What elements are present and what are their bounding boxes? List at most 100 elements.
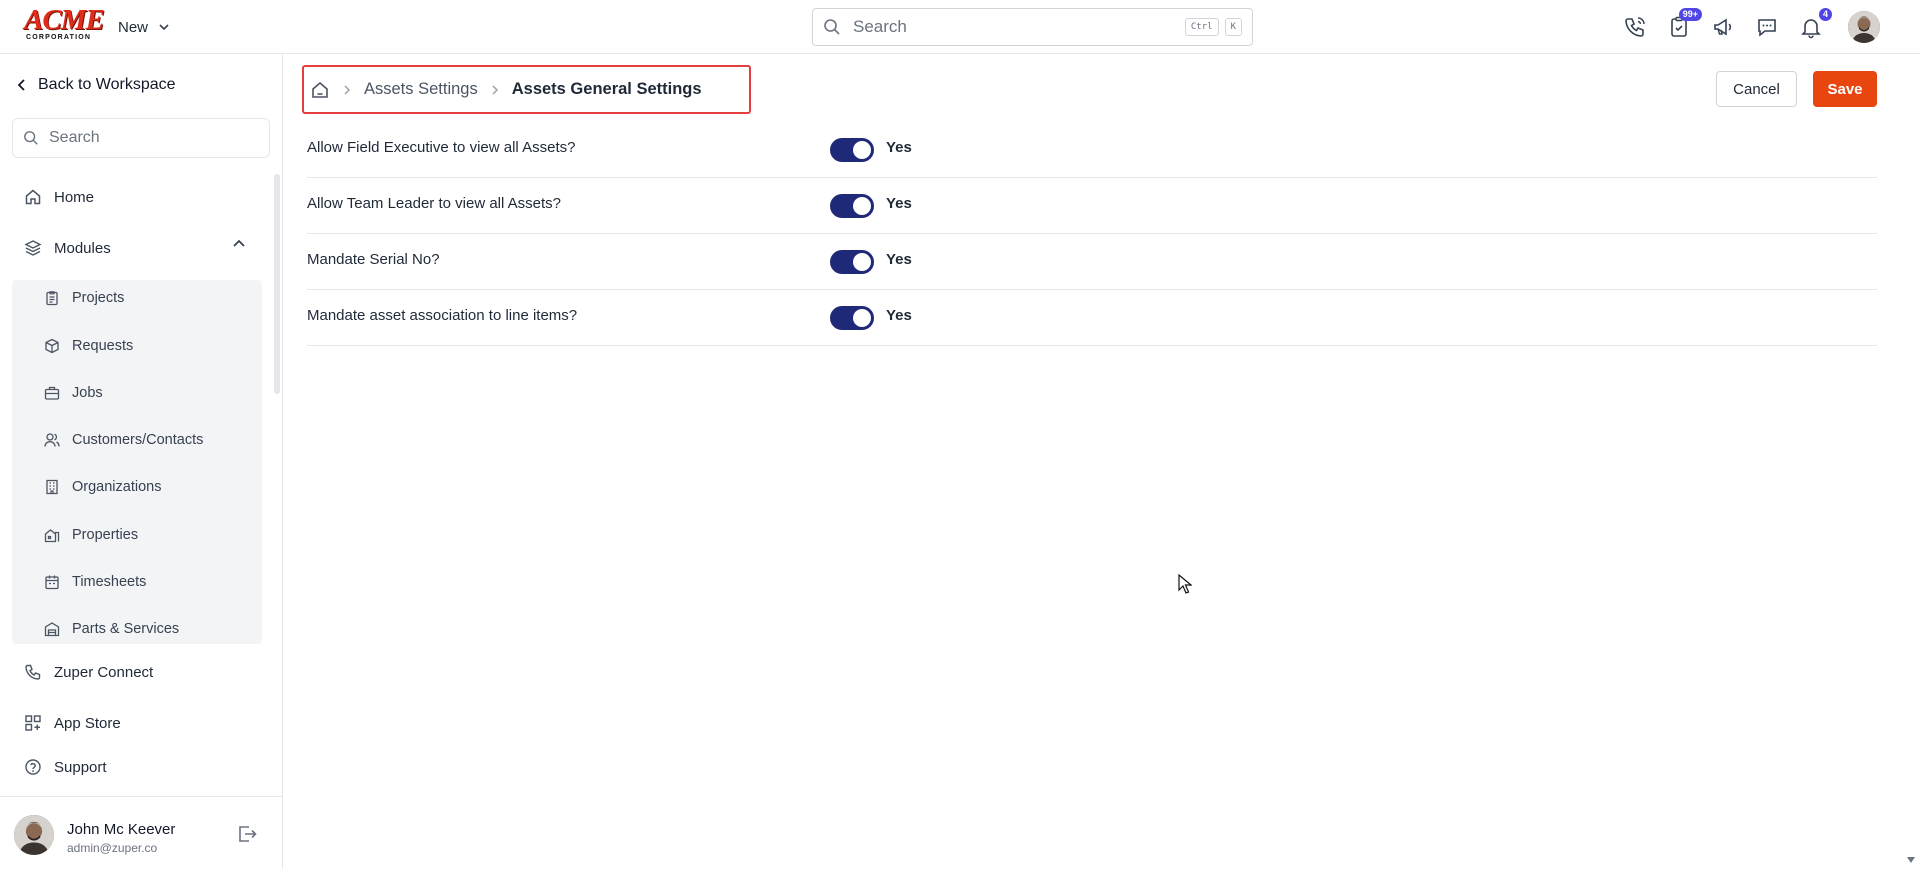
save-button[interactable]: Save bbox=[1813, 71, 1877, 107]
sidebar-item-projects[interactable]: Projects bbox=[44, 290, 124, 306]
setting-row-field-executive: Allow Field Executive to view all Assets… bbox=[307, 122, 1877, 178]
help-icon bbox=[24, 758, 42, 776]
warehouse-icon bbox=[44, 621, 60, 637]
setting-label: Mandate asset association to line items? bbox=[307, 307, 578, 324]
property-icon bbox=[44, 527, 60, 543]
setting-row-line-items: Mandate asset association to line items?… bbox=[307, 290, 1877, 346]
sidebar-item-timesheets[interactable]: Timesheets bbox=[44, 574, 146, 590]
sidebar-item-properties[interactable]: Properties bbox=[44, 527, 138, 543]
setting-label: Allow Team Leader to view all Assets? bbox=[307, 195, 562, 212]
sidebar-item-requests[interactable]: Requests bbox=[44, 338, 133, 354]
calendar-icon bbox=[44, 574, 60, 590]
logo-subtitle: CORPORATION bbox=[26, 34, 92, 41]
sidebar-item-label: Home bbox=[54, 188, 95, 206]
shortcut-key-ctrl: Ctrl bbox=[1184, 18, 1219, 36]
briefcase-icon bbox=[44, 385, 60, 401]
toggle-value: Yes bbox=[886, 195, 912, 212]
sidebar-item-label: Projects bbox=[72, 290, 125, 306]
chat-icon[interactable] bbox=[1752, 12, 1782, 42]
mouse-cursor-icon bbox=[1178, 574, 1192, 594]
sidebar: Back to Workspace Search Home Modules Pr… bbox=[0, 54, 283, 869]
sidebar-item-label: Requests bbox=[72, 338, 134, 354]
setting-row-team-leader: Allow Team Leader to view all Assets? Ye… bbox=[307, 178, 1877, 234]
sidebar-item-label: Zuper Connect bbox=[54, 663, 154, 681]
layers-icon bbox=[24, 239, 42, 257]
setting-toggle[interactable] bbox=[830, 250, 874, 274]
back-to-workspace-link[interactable]: Back to Workspace bbox=[16, 76, 176, 94]
sidebar-item-support[interactable]: Support bbox=[24, 758, 107, 776]
sidebar-item-customers-contacts[interactable]: Customers/Contacts bbox=[44, 432, 203, 448]
search-icon bbox=[823, 18, 841, 36]
setting-toggle[interactable] bbox=[830, 194, 874, 218]
setting-toggle[interactable] bbox=[830, 306, 874, 330]
new-button[interactable]: New bbox=[118, 15, 170, 39]
top-icon-bar: 99+ 4 bbox=[1620, 8, 1880, 43]
chevron-right-icon bbox=[342, 84, 352, 96]
breadcrumb-parent-link[interactable]: Assets Settings bbox=[364, 80, 478, 99]
megaphone-icon[interactable] bbox=[1708, 12, 1738, 42]
toggle-knob bbox=[853, 253, 871, 271]
global-search-input[interactable]: Search Ctrl K bbox=[812, 8, 1253, 46]
chevron-up-icon[interactable] bbox=[232, 237, 246, 251]
sidebar-item-label: Modules bbox=[54, 239, 111, 257]
phone-icon[interactable] bbox=[1620, 12, 1650, 42]
sidebar-item-label: Jobs bbox=[72, 385, 103, 401]
sidebar-item-label: Parts & Services bbox=[72, 621, 180, 637]
user-name: John Mc Keever bbox=[67, 821, 176, 838]
modules-submenu: Projects Requests Jobs Customers/Contact… bbox=[12, 280, 262, 644]
home-icon bbox=[24, 188, 42, 206]
sidebar-item-modules[interactable]: Modules bbox=[24, 239, 111, 257]
home-icon[interactable] bbox=[310, 80, 330, 100]
page-title: Assets General Settings bbox=[511, 80, 702, 98]
search-placeholder: Search bbox=[853, 17, 907, 36]
chevron-left-icon bbox=[16, 78, 28, 92]
notifications-badge: 4 bbox=[1818, 8, 1832, 21]
sidebar-item-label: App Store bbox=[54, 714, 121, 732]
back-link-label: Back to Workspace bbox=[38, 76, 176, 93]
breadcrumb: Assets Settings Assets General Settings bbox=[302, 65, 751, 114]
toggle-value: Yes bbox=[886, 307, 912, 324]
box-icon bbox=[44, 338, 60, 354]
avatar[interactable] bbox=[14, 815, 54, 855]
building-icon bbox=[44, 479, 60, 495]
top-bar: ACME CORPORATION New Search Ctrl K 99+ 4 bbox=[0, 0, 1920, 54]
sidebar-item-label: Support bbox=[54, 758, 107, 776]
toggle-knob bbox=[853, 309, 871, 327]
phone-icon bbox=[24, 663, 42, 681]
tasks-badge: 99+ bbox=[1678, 8, 1702, 21]
scroll-down-arrow-icon[interactable] bbox=[1906, 856, 1916, 864]
setting-label: Allow Field Executive to view all Assets… bbox=[307, 139, 576, 156]
sidebar-item-jobs[interactable]: Jobs bbox=[44, 385, 103, 401]
setting-toggle[interactable] bbox=[830, 138, 874, 162]
acme-logo[interactable]: ACME CORPORATION bbox=[24, 4, 105, 43]
clipboard-icon bbox=[44, 290, 60, 306]
sidebar-item-organizations[interactable]: Organizations bbox=[44, 479, 161, 495]
sidebar-search-placeholder: Search bbox=[49, 129, 100, 146]
sidebar-item-parts-services[interactable]: Parts & Services bbox=[44, 621, 179, 637]
shortcut-key-k: K bbox=[1224, 18, 1242, 36]
clipboard-check-icon[interactable]: 99+ bbox=[1664, 8, 1702, 42]
toggle-knob bbox=[853, 141, 871, 159]
user-profile: John Mc Keever admin@zuper.co bbox=[0, 796, 283, 869]
logo-wordmark: ACME bbox=[24, 4, 105, 36]
sidebar-search-input[interactable]: Search bbox=[12, 118, 270, 158]
toggle-value: Yes bbox=[886, 251, 912, 268]
sidebar-item-label: Customers/Contacts bbox=[72, 432, 204, 448]
sidebar-item-home[interactable]: Home bbox=[24, 188, 94, 206]
setting-label: Mandate Serial No? bbox=[307, 251, 440, 268]
chevron-right-icon bbox=[490, 84, 500, 96]
sidebar-item-zuper-connect[interactable]: Zuper Connect bbox=[24, 663, 153, 681]
sidebar-scrollbar[interactable] bbox=[274, 174, 280, 394]
search-icon bbox=[23, 130, 39, 146]
new-button-label: New bbox=[118, 18, 149, 36]
logout-icon[interactable] bbox=[236, 823, 258, 845]
user-avatar[interactable] bbox=[1848, 11, 1880, 43]
user-email: admin@zuper.co bbox=[67, 841, 158, 855]
toggle-value: Yes bbox=[886, 139, 912, 156]
cancel-button[interactable]: Cancel bbox=[1716, 71, 1797, 107]
bell-icon[interactable]: 4 bbox=[1796, 8, 1832, 42]
toggle-knob bbox=[853, 197, 871, 215]
sidebar-item-app-store[interactable]: App Store bbox=[24, 714, 121, 732]
setting-row-serial-no: Mandate Serial No? Yes bbox=[307, 234, 1877, 290]
users-icon bbox=[44, 432, 60, 448]
